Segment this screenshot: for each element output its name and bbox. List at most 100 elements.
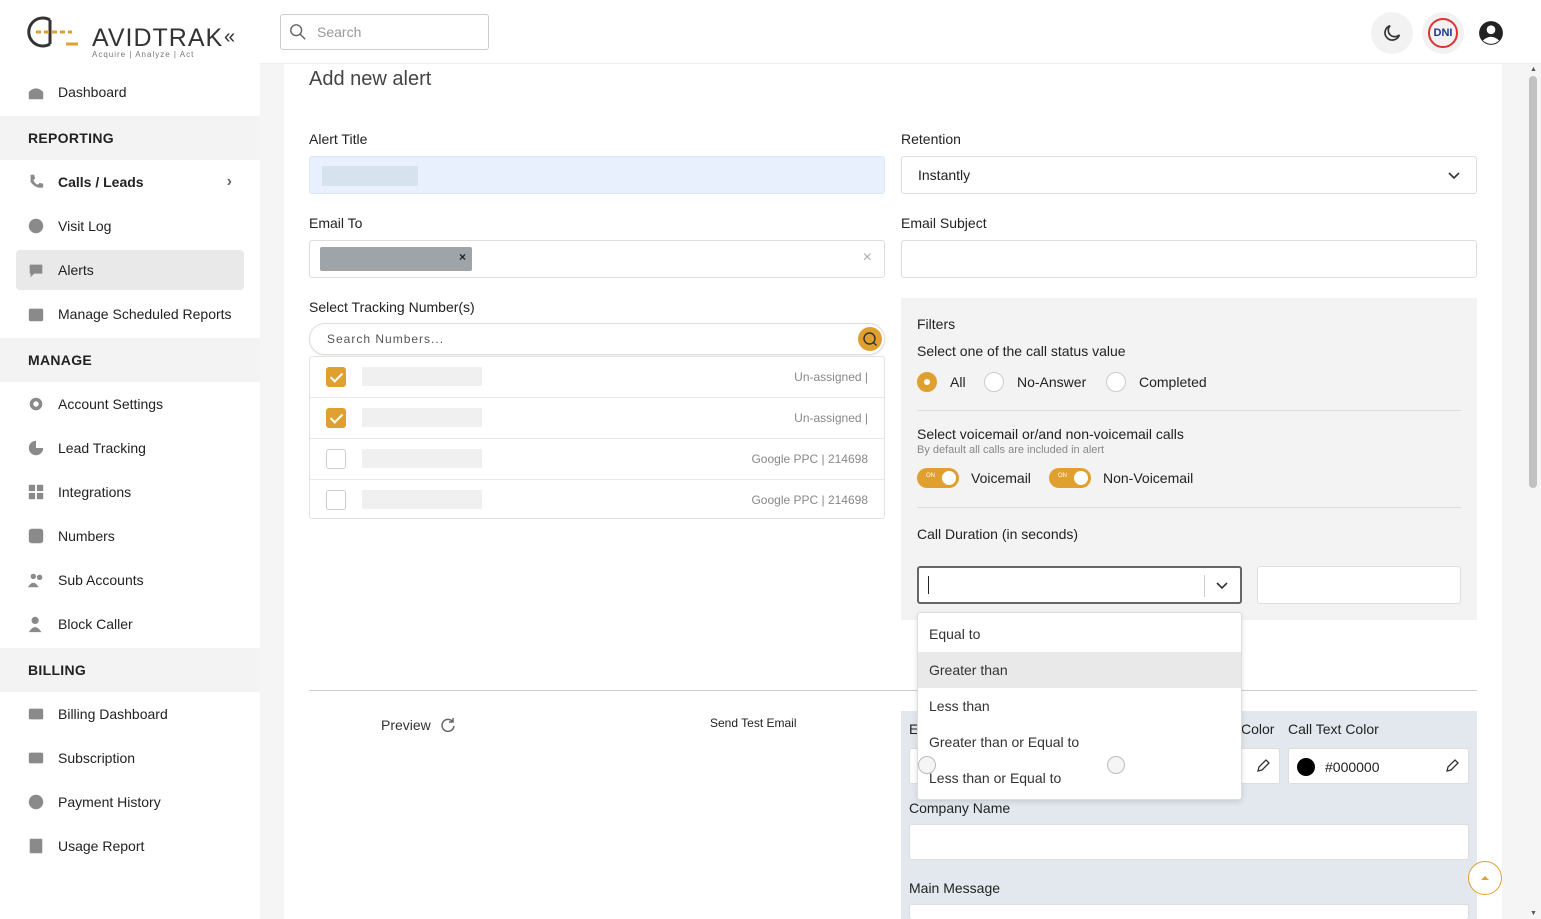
sidebar-item-label: Sub Accounts [58, 572, 144, 588]
call-duration-operator-select[interactable] [917, 566, 1242, 604]
search-input[interactable]: Search [280, 14, 489, 50]
sidebar-item-label: Visit Log [58, 218, 112, 234]
dark-mode-toggle[interactable] [1371, 12, 1413, 54]
collapse-sidebar-icon[interactable]: « [224, 26, 235, 49]
clear-icon[interactable]: × [863, 249, 872, 267]
company-name-input[interactable] [909, 824, 1469, 860]
dni-button[interactable]: DNI [1422, 12, 1464, 54]
menu-item-greater-than[interactable]: Greater than [918, 652, 1241, 688]
numbers-search-input[interactable]: Search Numbers... [309, 323, 885, 355]
search-placeholder: Search [317, 24, 362, 40]
sidebar-item-usage-report[interactable]: Usage Report [16, 826, 244, 866]
top-bar: Search DNI [260, 0, 1541, 64]
user-menu[interactable] [1470, 12, 1512, 54]
sidebar-item-label: Block Caller [58, 616, 133, 632]
search-icon[interactable] [858, 327, 882, 351]
sidebar-item-lead-tracking[interactable]: Lead Tracking [16, 428, 244, 468]
scroll-down-arrow-icon[interactable]: ▼ [1530, 910, 1537, 917]
sidebar-item-label: Alerts [58, 262, 94, 278]
sidebar-item-block-caller[interactable]: Block Caller [16, 604, 244, 644]
scroll-up-arrow-icon[interactable]: ▲ [1530, 66, 1537, 73]
sidebar-item-label: Calls / Leads [58, 174, 144, 190]
dollar-icon [26, 792, 46, 812]
call-duration-input[interactable] [1257, 566, 1461, 604]
sidebar-item-sub-accounts[interactable]: Sub Accounts [16, 560, 244, 600]
dni-label: DNI [1428, 18, 1458, 48]
sidebar-item-integrations[interactable]: Integrations [16, 472, 244, 512]
sidebar-item-numbers[interactable]: Numbers [16, 516, 244, 556]
radio-button[interactable] [1107, 756, 1125, 774]
sidebar-item-label: Usage Report [58, 838, 145, 854]
sidebar-item-label: Billing Dashboard [58, 706, 168, 722]
divider [917, 410, 1461, 411]
user-avatar-icon [1479, 21, 1503, 45]
checkbox[interactable] [326, 367, 346, 387]
sidebar-item-dashboard[interactable]: Dashboard [16, 72, 244, 112]
menu-item-less-than[interactable]: Less than [918, 688, 1241, 724]
main-message-input[interactable] [909, 904, 1469, 919]
sidebar-item-payment-history[interactable]: Payment History [16, 782, 244, 822]
color-field-partial[interactable] [1239, 748, 1280, 784]
sidebar-item-account-settings[interactable]: Account Settings [16, 384, 244, 424]
list-item[interactable]: Un-assigned | [310, 398, 884, 439]
radio-button[interactable] [1106, 372, 1126, 392]
send-test-email-button[interactable]: Send Test Email [710, 716, 797, 730]
chevron-down-icon [1448, 172, 1460, 180]
sidebar-item-visit-log[interactable]: Visit Log [16, 206, 244, 246]
call-text-color-field[interactable]: #000000 [1288, 748, 1469, 784]
preview-label: Preview [381, 717, 431, 733]
chevron-down-icon[interactable] [1214, 577, 1230, 593]
radio-label: All [950, 374, 966, 390]
sidebar-item-subscription[interactable]: Subscription [16, 738, 244, 778]
radio-button[interactable] [918, 756, 936, 774]
sidebar-item-alerts[interactable]: Alerts [16, 250, 244, 290]
menu-item-less-or-equal[interactable]: Less than or Equal to [918, 760, 1241, 796]
checkbox[interactable] [326, 449, 346, 469]
menu-item-greater-or-equal[interactable]: Greater than or Equal to [918, 724, 1241, 760]
refresh-icon [441, 718, 455, 733]
sidebar-item-label: Subscription [58, 750, 136, 766]
brand-logo[interactable]: AVIDTRAK Acquire | Analyze | Act [20, 12, 224, 62]
radio-button[interactable] [984, 372, 1004, 392]
pencil-icon[interactable] [1444, 758, 1460, 774]
logo-mark-icon [27, 16, 78, 48]
retention-label: Retention [901, 131, 961, 147]
retention-select[interactable]: Instantly [901, 156, 1477, 194]
radio-completed[interactable]: Completed [1106, 372, 1207, 392]
sidebar-item-label: Account Settings [58, 396, 164, 412]
scroll-to-top-button[interactable] [1468, 861, 1502, 895]
voicemail-toggle[interactable]: ON Voicemail [917, 468, 1031, 488]
sidebar-item-scheduled-reports[interactable]: Manage Scheduled Reports [16, 294, 244, 334]
sidebar-item-calls-leads[interactable]: Calls / Leads › [16, 162, 244, 202]
call-duration-dropdown-menu: Equal to Greater than Less than Greater … [917, 612, 1242, 800]
call-status-label: Select one of the call status value [917, 343, 1126, 359]
radio-no-answer[interactable]: No-Answer [984, 372, 1086, 392]
page-title: Add new alert [309, 68, 432, 90]
radio-all[interactable]: All [917, 372, 966, 392]
toggle-switch[interactable]: ON [1049, 468, 1091, 488]
page-scrollbar[interactable]: ▲ ▼ [1526, 64, 1541, 919]
list-item[interactable]: Google PPC | 214698 [310, 480, 884, 521]
globe-icon [26, 216, 46, 236]
subscription-icon [26, 748, 46, 768]
sidebar-item-billing-dashboard[interactable]: Billing Dashboard [16, 694, 244, 734]
alert-title-input[interactable] [309, 156, 885, 194]
list-item[interactable]: Un-assigned | [310, 357, 884, 398]
scrollbar-thumb[interactable] [1529, 76, 1537, 488]
email-to-input[interactable]: × × [309, 240, 885, 278]
redacted-value [322, 166, 418, 186]
redacted-number [362, 490, 482, 509]
toggle-switch[interactable]: ON [917, 468, 959, 488]
sidebar-item-label: Payment History [58, 794, 161, 810]
preview-button[interactable]: Preview [381, 716, 457, 734]
brand-name: AVIDTRAK [92, 24, 224, 52]
email-subject-input[interactable] [901, 240, 1477, 278]
checkbox[interactable] [326, 490, 346, 510]
menu-item-equal-to[interactable]: Equal to [918, 616, 1241, 652]
non-voicemail-toggle[interactable]: ON Non-Voicemail [1049, 468, 1193, 488]
remove-chip-icon[interactable]: × [459, 250, 466, 264]
radio-button[interactable] [917, 372, 937, 392]
pencil-icon[interactable] [1255, 758, 1271, 774]
list-item[interactable]: Google PPC | 214698 [310, 439, 884, 480]
checkbox[interactable] [326, 408, 346, 428]
